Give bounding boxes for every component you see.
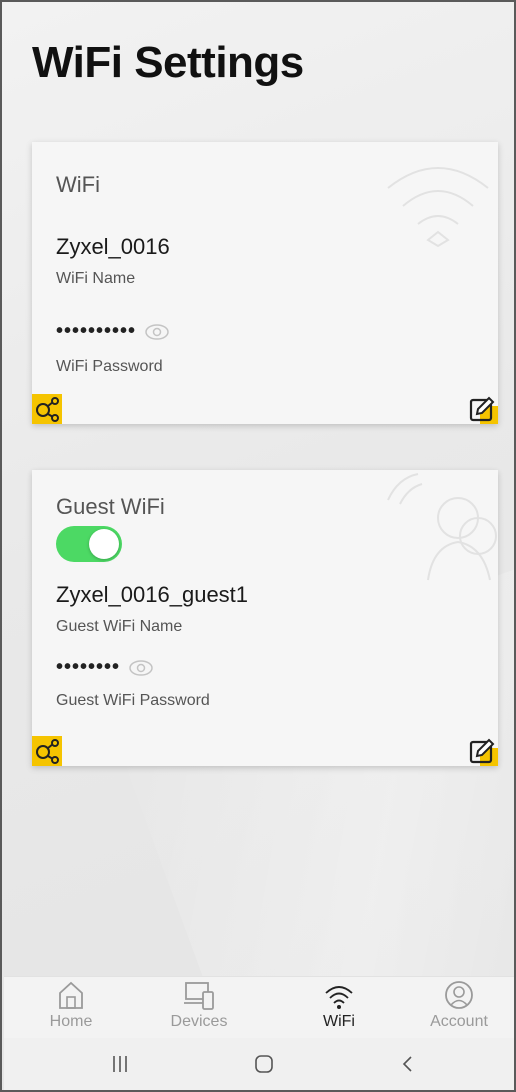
page-title: WiFi Settings <box>32 38 304 87</box>
wifi-icon <box>325 986 353 1009</box>
wifi-card[interactable]: WiFi Zyxel_0016 WiFi Name •••••••••• WiF… <box>32 142 498 424</box>
guest-card-title: Guest WiFi <box>56 494 165 519</box>
home-button-icon[interactable] <box>252 1052 276 1076</box>
account-icon <box>445 981 473 1009</box>
guest-network-name: Zyxel_0016_guest1 <box>56 582 249 607</box>
tab-label: WiFi <box>323 1013 355 1030</box>
guest-watermark-icon <box>387 473 497 581</box>
edit-button[interactable] <box>468 736 498 766</box>
wifi-password-value: •••••••••• <box>56 320 137 342</box>
tab-account[interactable]: Account <box>404 977 514 1039</box>
tab-home[interactable]: Home <box>16 977 126 1039</box>
guest-wifi-toggle[interactable] <box>56 526 122 562</box>
devices-icon <box>184 982 214 1010</box>
share-icon <box>36 397 59 422</box>
guest-password-row: •••••••• <box>56 656 154 679</box>
eye-icon[interactable] <box>128 659 154 677</box>
tab-label: Account <box>430 1013 488 1030</box>
edit-icon <box>469 738 498 766</box>
wifi-password-label: WiFi Password <box>56 358 163 375</box>
edit-icon <box>469 396 498 424</box>
wifi-card-title: WiFi <box>56 172 100 197</box>
toggle-knob <box>89 529 119 559</box>
wifi-name-label: WiFi Name <box>56 270 136 287</box>
guest-password-value: •••••••• <box>56 656 121 678</box>
tab-label: Devices <box>170 1013 228 1030</box>
share-icon <box>36 739 59 764</box>
system-navigation-bar <box>4 1038 514 1090</box>
edit-button[interactable] <box>468 394 498 424</box>
guest-name-label: Guest WiFi Name <box>56 618 183 635</box>
share-button[interactable] <box>32 736 62 766</box>
eye-icon[interactable] <box>144 323 170 341</box>
tab-devices[interactable]: Devices <box>144 977 254 1039</box>
bottom-tab-bar: Home Devices WiFi Account <box>4 976 514 1039</box>
guest-password-label: Guest WiFi Password <box>56 692 210 709</box>
wifi-watermark-icon <box>387 167 489 248</box>
wifi-password-row: •••••••••• <box>56 320 170 343</box>
tab-label: Home <box>49 1013 93 1030</box>
share-button[interactable] <box>32 394 62 424</box>
guest-wifi-card[interactable]: Guest WiFi Zyxel_0016_guest1 Guest WiFi … <box>32 470 498 766</box>
recent-apps-icon[interactable] <box>110 1052 130 1076</box>
back-icon[interactable] <box>398 1052 418 1076</box>
home-icon <box>59 981 83 1009</box>
wifi-network-name: Zyxel_0016 <box>56 234 170 259</box>
app-screen: WiFi Settings WiFi Zyxel_0016 WiFi Name … <box>0 0 516 1092</box>
tab-wifi[interactable]: WiFi <box>284 977 394 1039</box>
